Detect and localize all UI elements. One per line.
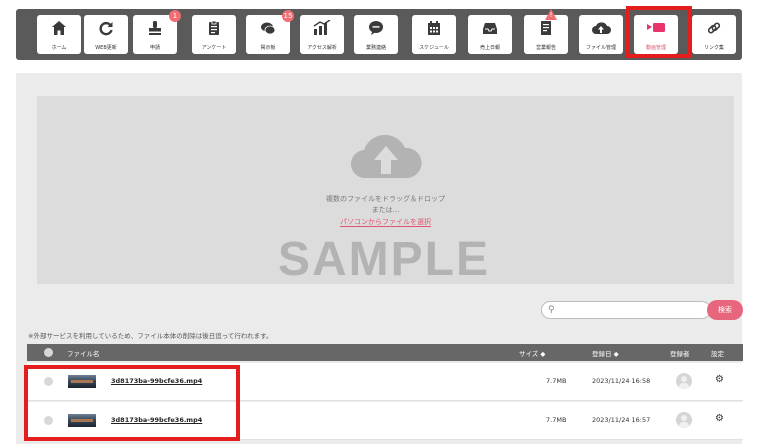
select-file-link[interactable]: パソコンからファイルを選択 xyxy=(37,217,734,227)
search-box: ⚲ xyxy=(541,301,711,319)
toolbar-web-update-button[interactable]: WEB更新 xyxy=(84,15,128,54)
table-header: ファイル名 サイズ ◆ 登録日 ◆ 登録者 設定 xyxy=(27,344,743,361)
inbox-icon xyxy=(468,20,512,42)
toolbar-file-management-label: ファイル管理 xyxy=(585,45,616,51)
file-size: 7.7MB xyxy=(546,416,567,424)
document-icon xyxy=(524,20,568,42)
search-button[interactable]: 検索 xyxy=(707,300,743,320)
bulletin-count-badge: 15 xyxy=(282,10,294,22)
toolbar-business-report-label: 営業報告 xyxy=(535,45,556,51)
link-icon xyxy=(692,20,736,42)
toolbar-home-button[interactable]: ホーム xyxy=(37,15,81,54)
cloud-upload-icon xyxy=(579,20,623,42)
drop-instruction: 複数のファイルをドラッグ＆ドロップ xyxy=(326,195,445,203)
toolbar-application-button[interactable]: 申請 1 xyxy=(133,10,181,54)
toolbar-web-update-label: WEB更新 xyxy=(95,45,117,51)
toolbar-sales-daily-button[interactable]: 売上日報 xyxy=(468,15,512,54)
gear-icon[interactable]: ⚙ xyxy=(715,413,724,424)
stamp-icon xyxy=(133,20,177,42)
message-icon xyxy=(354,20,398,42)
toolbar-survey-label: アンケート xyxy=(201,45,227,51)
toolbar-home-label: ホーム xyxy=(51,45,67,51)
calendar-icon xyxy=(412,20,456,42)
toolbar-schedule-button[interactable]: スケジュール xyxy=(412,15,456,54)
toolbar-survey-button[interactable]: アンケート xyxy=(192,15,236,54)
avatar xyxy=(676,373,692,389)
gear-icon[interactable]: ⚙ xyxy=(715,374,724,385)
toolbar-bulletin-label: 掲示板 xyxy=(260,45,276,51)
home-icon xyxy=(37,20,81,42)
sample-watermark: SAMPLE xyxy=(278,233,491,286)
header-settings: 設定 xyxy=(711,350,724,358)
header-file-name[interactable]: ファイル名 xyxy=(67,348,100,358)
toolbar-file-management-button[interactable]: ファイル管理 xyxy=(579,15,623,54)
file-size: 7.7MB xyxy=(546,377,567,385)
refresh-icon xyxy=(84,20,128,42)
select-file-link-text: パソコンからファイルを選択 xyxy=(340,218,431,227)
upload-date: 2023/11/24 16:58 xyxy=(592,377,651,385)
highlight-file-rows xyxy=(24,365,240,441)
toolbar-bulletin-button[interactable]: 掲示板 15 xyxy=(246,10,294,54)
toolbar-analytics-button[interactable]: アクセス解析 xyxy=(300,15,344,54)
chart-icon xyxy=(300,19,344,42)
cloud-upload-icon xyxy=(350,126,422,184)
application-count-badge: 1 xyxy=(169,10,181,22)
highlight-video-button xyxy=(626,6,692,58)
avatar xyxy=(676,412,692,428)
toolbar-links-label: リンク集 xyxy=(703,45,724,51)
clipboard-icon xyxy=(192,20,236,42)
toolbar-business-contact-label: 業務連絡 xyxy=(365,45,386,51)
toolbar-links-button[interactable]: リンク集 xyxy=(692,15,736,54)
chat-icon xyxy=(246,20,290,42)
warning-mark: ! xyxy=(549,11,553,19)
toolbar-analytics-label: アクセス解析 xyxy=(307,45,337,51)
toolbar-sales-daily-label: 売上日報 xyxy=(479,45,500,51)
toolbar-schedule-label: スケジュール xyxy=(419,45,449,51)
header-date[interactable]: 登録日 ◆ xyxy=(592,348,619,358)
upload-date: 2023/11/24 16:57 xyxy=(592,416,651,424)
deletion-notice: ※外部サービスを利用しているため、ファイル本体の削除は後日追って行われます。 xyxy=(28,332,273,340)
toolbar-business-contact-button[interactable]: 業務連絡 xyxy=(354,15,398,54)
toolbar-business-report-button[interactable]: 営業報告 ! xyxy=(524,9,568,54)
header-size[interactable]: サイズ ◆ xyxy=(519,348,545,358)
search-icon: ⚲ xyxy=(548,305,555,315)
search-input[interactable] xyxy=(564,304,708,318)
header-owner: 登録者 xyxy=(670,350,690,358)
drop-or: または... xyxy=(371,206,400,214)
toolbar-application-label: 申請 xyxy=(149,45,160,51)
select-all-checkbox[interactable] xyxy=(44,348,53,357)
